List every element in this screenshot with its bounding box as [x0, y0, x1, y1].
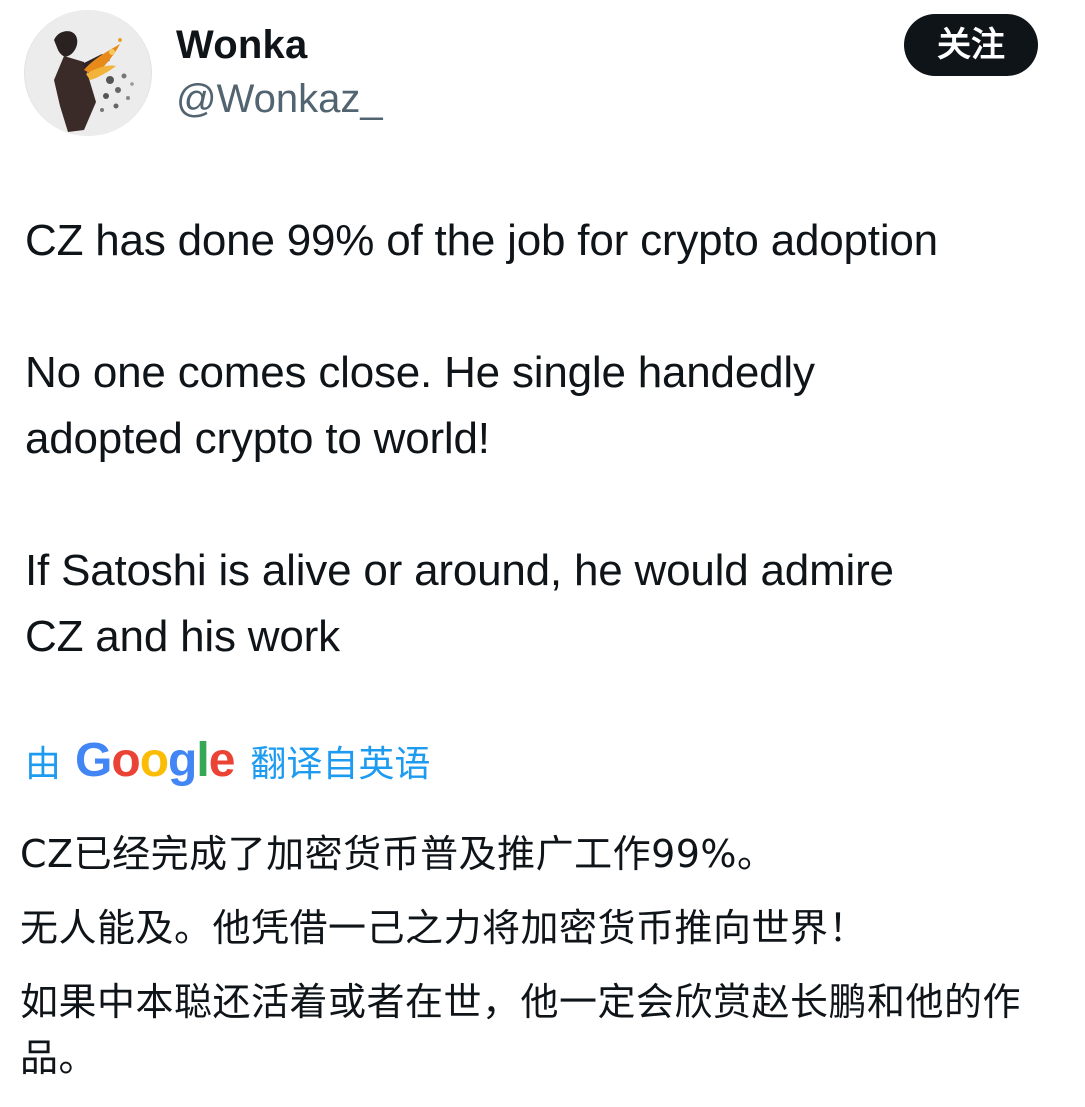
avatar[interactable] — [24, 10, 152, 136]
translation-source-label: 翻译自英语 — [250, 744, 431, 785]
author-display-name[interactable]: Wonka — [176, 22, 307, 68]
translated-text: CZ已经完成了加密货币普及推广工作99%。 无人能及。他凭借一己之力将加密货币推… — [20, 826, 1070, 1086]
translated-paragraph: 如果中本聪还活着或者在世，他一定会欣赏赵长鹏和他的作品。 — [20, 980, 1022, 1080]
author-handle[interactable]: @Wonkaz_ — [176, 76, 383, 122]
tweet-paragraph: If Satoshi is alive or around, he would … — [25, 546, 894, 661]
translation-prefix: 由 — [25, 744, 62, 785]
tweet-text: CZ has done 99% of the job for crypto ad… — [25, 208, 1075, 670]
follow-button[interactable]: 关注 — [904, 14, 1038, 76]
tweet-paragraph: No one comes close. He single handedly a… — [25, 348, 815, 463]
translation-attribution[interactable]: 由 Google 翻译自英语 — [25, 733, 430, 789]
tweet-paragraph: CZ has done 99% of the job for crypto ad… — [25, 216, 938, 265]
avatar-image — [25, 10, 151, 136]
translated-paragraph: CZ已经完成了加密货币普及推广工作99%。 — [20, 832, 776, 876]
translated-paragraph: 无人能及。他凭借一己之力将加密货币推向世界！ — [20, 906, 868, 950]
google-logo-icon: Google — [75, 734, 235, 787]
